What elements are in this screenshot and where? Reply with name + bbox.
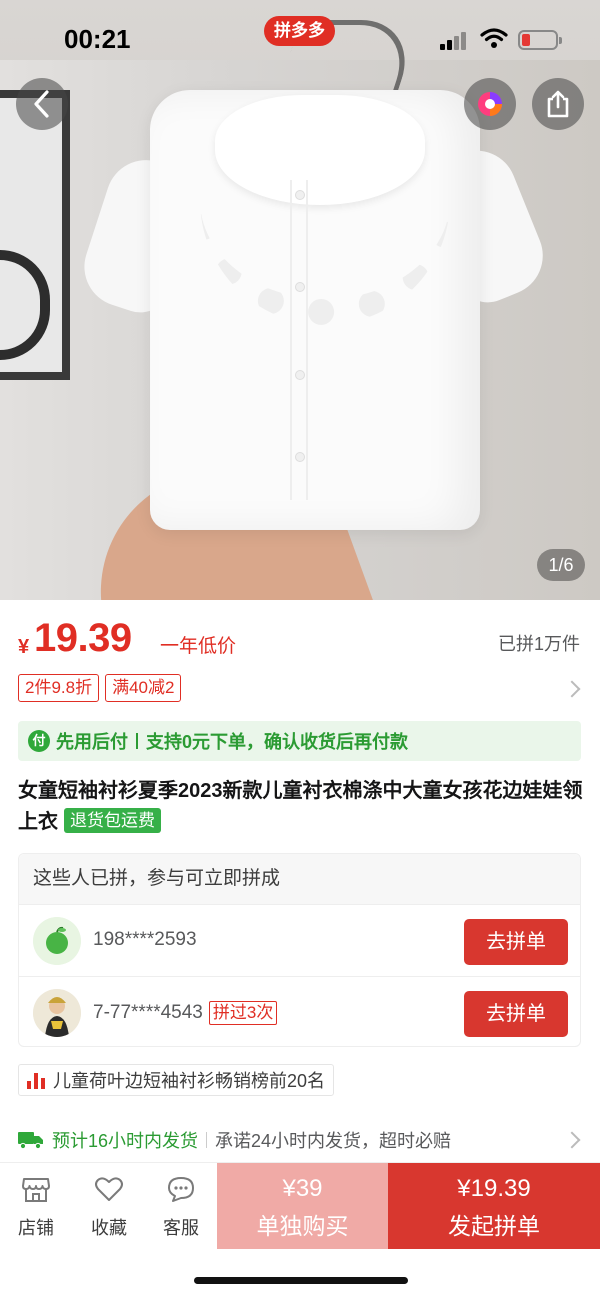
price-row: ¥ 19.39 一年低价 已拼1万件 (18, 616, 588, 666)
group-buy-panel: 这些人已拼，参与可立即拼成 198****2593 去拼单 7-77****45… (18, 853, 581, 1047)
status-time: 00:21 (64, 24, 131, 54)
back-button[interactable] (16, 78, 68, 130)
pay-later-banner[interactable]: 付 先用后付 支持0元下单，确认收货后再付款 (18, 721, 581, 761)
nav-store[interactable]: 店铺 (6, 1171, 66, 1240)
signal-icon (440, 30, 468, 50)
share-icon (547, 90, 569, 118)
nav-favorite[interactable]: 收藏 (79, 1171, 139, 1240)
shirt-button (295, 370, 305, 380)
price-tag: 一年低价 (160, 636, 237, 657)
join-group-button[interactable]: 去拼单 (464, 919, 568, 965)
shipping-desc: 承诺24小时内发货，超时必赔 (215, 1131, 452, 1151)
group-label: 发起拼单 (448, 1213, 540, 1239)
coupon-tag[interactable]: 2件9.8折 (18, 674, 100, 702)
apple-avatar-icon (33, 917, 81, 965)
app-badge: 拼多多 (264, 16, 335, 46)
return-shipping-badge: 退货包运费 (64, 808, 161, 833)
share-button[interactable] (532, 78, 584, 130)
divider (136, 733, 138, 749)
shirt-button (295, 282, 305, 292)
coupon-tag[interactable]: 满40减2 (105, 674, 182, 702)
shirt-button (295, 452, 305, 462)
shirt-button (295, 190, 305, 200)
sold-count: 已拼1万件 (497, 634, 580, 654)
join-count-tag: 拼过3次 (208, 1001, 278, 1025)
child-avatar-icon (33, 989, 81, 1037)
chat-icon (168, 1177, 194, 1202)
group-buy-header: 这些人已拼，参与可立即拼成 (19, 854, 580, 904)
product-title: 女童短袖衬衫夏季2023新款儿童衬衣棉涤中大童女孩花边娃娃领上衣 退货包运费 (18, 776, 583, 838)
bottom-action-bar: 店铺 收藏 客服 ¥39 单独购买 ¥19.39 发起拼单 (0, 1162, 600, 1249)
battery-icon (518, 30, 562, 50)
chevron-right-icon[interactable] (563, 680, 581, 698)
join-group-button[interactable]: 去拼单 (464, 991, 568, 1037)
image-page-indicator: 1/6 (537, 549, 585, 581)
status-bar: 00:21 拼多多 (0, 0, 600, 80)
user-name: 7-77****4543 拼过3次 (93, 1001, 278, 1025)
currency-symbol: ¥ (18, 636, 30, 658)
pay-later-desc: 支持0元下单，确认收货后再付款 (146, 732, 409, 752)
coupon-list[interactable]: 2件9.8折 满40减2 (18, 674, 182, 704)
group-buy-row: 198****2593 去拼单 (19, 904, 580, 976)
solo-price: ¥39 (282, 1175, 323, 1202)
shipping-title: 预计16小时内发货 (52, 1131, 199, 1151)
pay-later-icon: 付 (28, 730, 50, 752)
promo-logo-icon (478, 92, 502, 116)
rank-text: 儿童荷叶边短袖衬衫畅销榜前20名 (53, 1071, 326, 1091)
wifi-icon (480, 28, 508, 48)
store-icon (22, 1178, 50, 1202)
bestseller-rank[interactable]: 儿童荷叶边短袖衬衫畅销榜前20名 (18, 1064, 335, 1096)
solo-label: 单独购买 (256, 1213, 349, 1239)
nav-service[interactable]: 客服 (151, 1171, 211, 1240)
pay-later-title: 先用后付 (56, 732, 128, 752)
avatar (33, 989, 81, 1037)
price-value: 19.39 (34, 616, 132, 660)
start-group-button[interactable]: ¥19.39 发起拼单 (388, 1163, 600, 1249)
nav-service-label: 客服 (163, 1218, 199, 1238)
group-price: ¥19.39 (457, 1175, 531, 1202)
home-indicator[interactable] (194, 1277, 408, 1284)
buy-solo-button[interactable]: ¥39 单独购买 (217, 1163, 388, 1249)
divider (206, 1132, 208, 1148)
heart-icon (95, 1177, 123, 1201)
truck-icon (18, 1132, 43, 1149)
shirt-collar (215, 95, 425, 205)
nav-store-label: 店铺 (18, 1218, 54, 1238)
chevron-left-icon (34, 90, 49, 118)
rank-chart-icon (27, 1071, 45, 1089)
nav-favorite-label: 收藏 (91, 1218, 127, 1238)
shipping-info[interactable]: 预计16小时内发货 承诺24小时内发货，超时必赔 (18, 1124, 588, 1156)
group-buy-row: 7-77****4543 拼过3次 去拼单 (19, 976, 580, 1048)
promo-button[interactable] (464, 78, 516, 130)
avatar (33, 917, 81, 965)
user-name: 198****2593 (93, 929, 197, 950)
